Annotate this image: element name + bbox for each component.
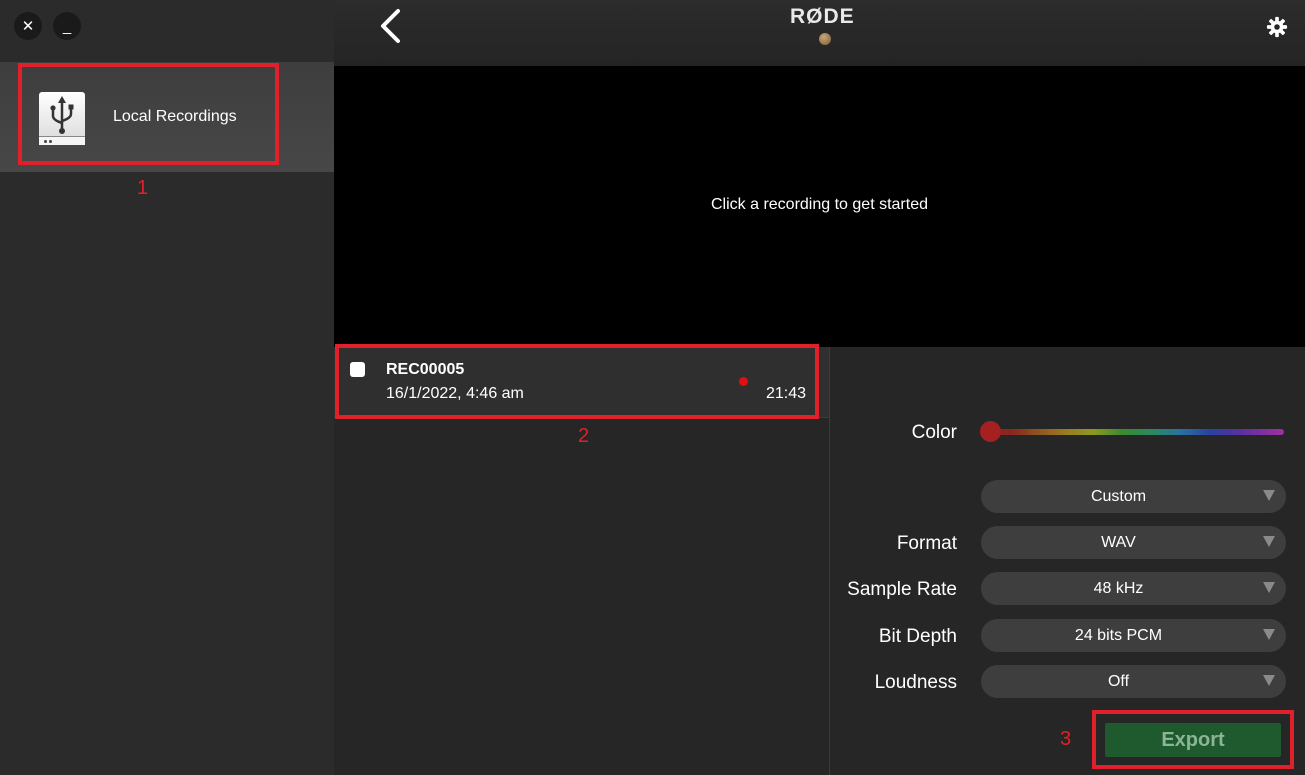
color-slider-handle[interactable] — [980, 421, 1001, 442]
format-label: Format — [896, 533, 957, 554]
dropdown-arrow-icon — [1263, 675, 1275, 686]
annotation-box-2 — [335, 344, 819, 419]
bit-depth-dropdown[interactable]: 24 bits PCM — [981, 619, 1286, 652]
color-label: Color — [911, 422, 957, 443]
back-chevron-icon[interactable] — [378, 8, 406, 44]
dropdown-arrow-icon — [1263, 629, 1275, 640]
preset-dropdown[interactable]: Custom — [981, 480, 1286, 513]
color-slider[interactable] — [991, 429, 1284, 435]
loudness-value: Off — [1107, 673, 1130, 690]
loudness-label: Loudness — [874, 672, 957, 693]
loudness-dropdown[interactable]: Off — [981, 665, 1286, 698]
annotation-number-3: 3 — [1060, 728, 1072, 750]
annotation-number-1: 1 — [137, 177, 149, 199]
preset-value: Custom — [1090, 488, 1147, 505]
annotation-box-1 — [18, 63, 279, 165]
sample-rate-dropdown[interactable]: 48 kHz — [981, 572, 1286, 605]
sample-rate-value: 48 kHz — [1093, 580, 1144, 597]
device-indicator-icon — [819, 33, 831, 45]
minimize-button[interactable]: _ — [53, 12, 81, 40]
annotation-number-2: 2 — [578, 425, 590, 447]
annotation-box-3 — [1092, 710, 1294, 769]
format-dropdown[interactable]: WAV — [981, 526, 1286, 559]
bit-depth-value: 24 bits PCM — [1074, 627, 1163, 644]
preview-area: Click a recording to get started — [334, 66, 1305, 347]
format-value: WAV — [1101, 534, 1136, 551]
dropdown-arrow-icon — [1263, 536, 1275, 547]
dropdown-arrow-icon — [1263, 490, 1275, 501]
preview-message: Click a recording to get started — [711, 196, 928, 213]
dropdown-arrow-icon — [1263, 582, 1275, 593]
gear-icon[interactable] — [1266, 16, 1288, 38]
bit-depth-label: Bit Depth — [878, 626, 957, 647]
close-button[interactable]: ✕ — [14, 12, 42, 40]
rode-logo: RØDE — [790, 5, 855, 28]
sample-rate-label: Sample Rate — [847, 579, 957, 600]
